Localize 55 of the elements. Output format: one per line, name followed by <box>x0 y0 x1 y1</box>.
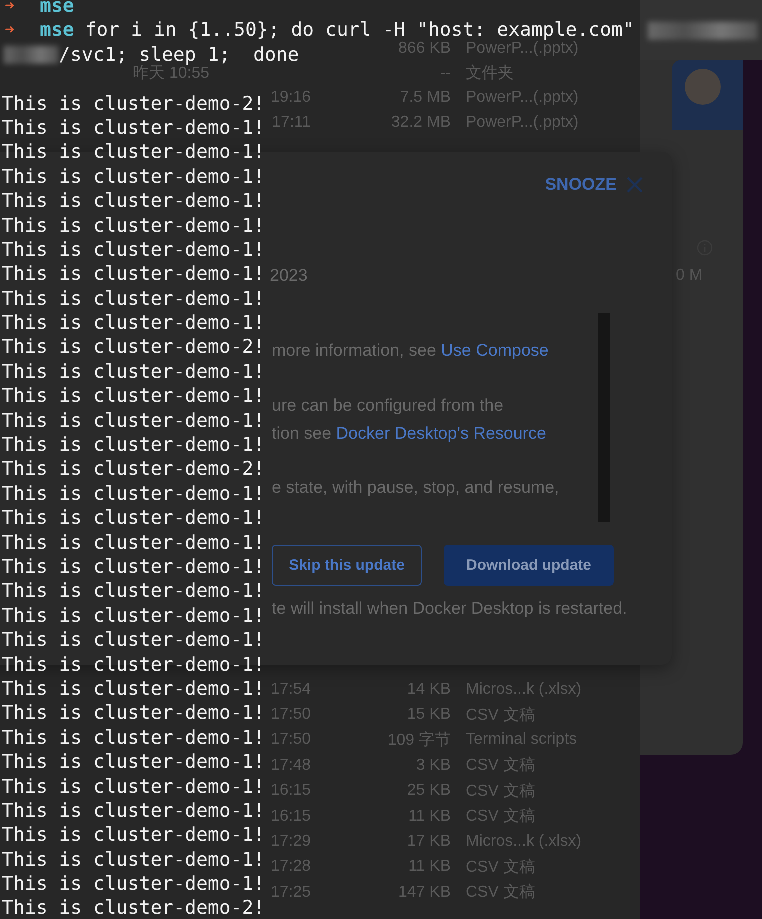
output-line: This is cluster-demo-1! <box>2 214 266 238</box>
prompt-arrow: ➜ <box>4 19 16 42</box>
prompt-name: mse <box>40 18 74 43</box>
output-line: This is cluster-demo-1! <box>2 286 266 312</box>
output-line: This is cluster-demo-1! <box>2 798 266 824</box>
dialog-footnote: te will install when Docker Desktop is restarted. <box>272 598 628 620</box>
output-line: This is cluster-demo-1! <box>2 384 266 409</box>
output-line: This is cluster-demo-1! <box>2 530 266 555</box>
output-line: This is cluster-demo-1! <box>2 579 266 604</box>
output-line: This is cluster-demo-1! <box>2 872 266 896</box>
output-line: This is cluster-demo-2! <box>2 896 266 919</box>
dialog-text: ure can be configured from the <box>272 395 505 417</box>
output-line: This is cluster-demo-1! <box>2 311 266 336</box>
output-line: This is cluster-demo-1! <box>2 554 266 580</box>
file-size: -- <box>439 64 451 83</box>
output-line: This is cluster-demo-1! <box>2 189 266 214</box>
output-line: This is cluster-demo-1! <box>2 360 266 384</box>
output-line: This is cluster-demo-1! <box>2 604 266 628</box>
output-line: This is cluster-demo-1! <box>2 628 266 653</box>
prompt-arrow: ➜ <box>4 0 16 17</box>
output-line: This is cluster-demo-1! <box>2 676 266 702</box>
output-line: This is cluster-demo-1! <box>2 140 266 165</box>
close-icon[interactable] <box>625 175 645 195</box>
dialog-text: e state, with pause, stop, and resume, <box>272 477 560 499</box>
output-line: This is cluster-demo-1! <box>2 701 266 726</box>
output-line: This is cluster-demo-1! <box>2 238 266 262</box>
output-line: This is cluster-demo-1! <box>2 750 266 775</box>
download-button[interactable]: Download update <box>444 545 614 586</box>
snooze-button[interactable]: SNOOZE <box>545 175 617 195</box>
output-line: This is cluster-demo-1! <box>2 433 266 458</box>
output-line: This is cluster-demo-1! <box>2 262 266 287</box>
output-line: This is cluster-demo-2! <box>2 92 266 116</box>
output-line: This is cluster-demo-1! <box>2 116 266 140</box>
output-line: This is cluster-demo-1! <box>2 408 266 434</box>
avatar-icon[interactable] <box>685 69 721 105</box>
output-line: This is cluster-demo-1! <box>2 164 266 190</box>
output-line: This is cluster-demo-1! <box>2 848 266 872</box>
doc-link[interactable]: Docker Desktop's Resource <box>336 424 546 443</box>
command-text: /svc1; sleep 1; done <box>59 42 300 66</box>
release-date: 2023 <box>270 265 308 287</box>
prompt-name: mse <box>40 0 74 18</box>
output-line: This is cluster-demo-1! <box>2 726 266 750</box>
output-line: This is cluster-demo-1! <box>2 774 266 799</box>
output-line: This is cluster-demo-1! <box>2 506 266 531</box>
redaction-blur <box>4 46 59 64</box>
output-line: This is cluster-demo-1! <box>2 482 266 506</box>
output-line: This is cluster-demo-1! <box>2 823 266 848</box>
command-text: for i in {1..50}; do curl -H "host: example.com" <box>85 18 634 42</box>
doc-link[interactable]: Use Compose <box>441 341 549 360</box>
dialog-text: tion see Docker Desktop's Resource <box>272 423 546 445</box>
output-line: This is cluster-demo-1! <box>2 652 266 677</box>
output-line: This is cluster-demo-2! <box>2 335 266 360</box>
skip-button[interactable]: Skip this update <box>272 545 422 586</box>
dialog-text: more information, see Use Compose <box>272 340 549 362</box>
output-line: This is cluster-demo-2! <box>2 457 266 482</box>
